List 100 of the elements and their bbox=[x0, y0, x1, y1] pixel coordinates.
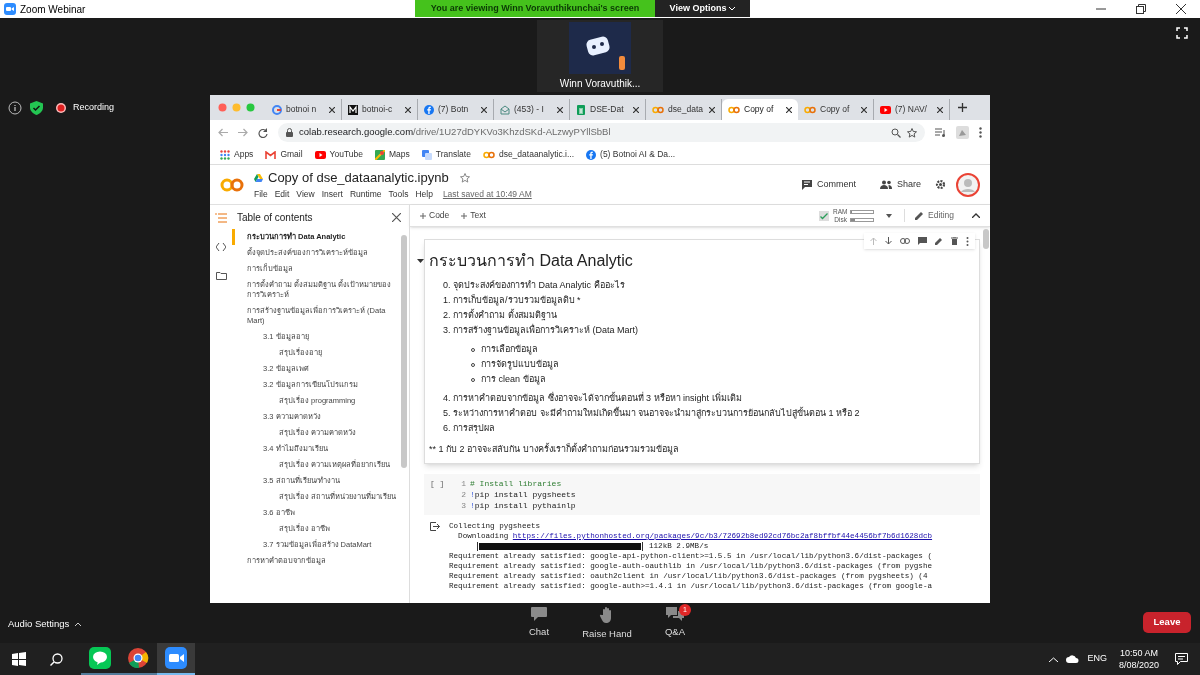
scrollbar-thumb[interactable] bbox=[983, 229, 989, 249]
folder-icon[interactable] bbox=[215, 271, 227, 280]
close-icon[interactable] bbox=[861, 106, 867, 113]
pencil-icon[interactable] bbox=[935, 237, 943, 245]
close-icon[interactable] bbox=[709, 106, 715, 113]
close-icon[interactable] bbox=[392, 212, 401, 222]
info-icon[interactable] bbox=[8, 101, 22, 115]
dropdown-caret-icon[interactable] bbox=[886, 213, 892, 218]
trash-icon[interactable] bbox=[951, 237, 958, 245]
browser-tab[interactable]: (7) NAV/ bbox=[874, 99, 950, 120]
line-number: 3 bbox=[460, 500, 466, 511]
account-avatar[interactable] bbox=[956, 172, 980, 197]
screen-share-banner: You are viewing Winn Voravuthikunchai's screen bbox=[415, 0, 655, 17]
menu-item[interactable]: View bbox=[296, 188, 315, 202]
browser-tab[interactable]: Copy of bbox=[798, 99, 874, 120]
bookmark-link[interactable]: Maps bbox=[375, 148, 410, 161]
share-button[interactable]: Share bbox=[875, 177, 925, 192]
caret-up-icon bbox=[75, 622, 82, 627]
reload-icon[interactable] bbox=[258, 127, 268, 138]
close-icon[interactable] bbox=[786, 106, 792, 113]
clock-time[interactable]: 10:50 AM bbox=[1119, 647, 1158, 659]
bookmark-link[interactable]: YouTube bbox=[314, 148, 363, 161]
input-language[interactable]: ENG bbox=[1087, 652, 1107, 666]
code-brackets-icon[interactable] bbox=[216, 243, 226, 251]
close-icon[interactable] bbox=[405, 106, 411, 113]
new-tab-icon[interactable] bbox=[958, 103, 967, 112]
line-number: 2 bbox=[460, 489, 466, 500]
bookmark-link[interactable]: Apps bbox=[220, 148, 254, 161]
list-item-text: 5. ระหว่างการหาคำตอบ จะมีคำถามใหม่เกิดขึ้นมา จนอาจจะนำมาสู่กระบวนการย้อนกลับไปสู่ขั้นตอน 1 หรือ 2 bbox=[443, 406, 861, 421]
menu-item[interactable]: File bbox=[254, 188, 268, 202]
list-item-text: การ clean ข้อมูล bbox=[481, 373, 546, 387]
run-cell-button[interactable]: [ ] bbox=[424, 478, 458, 511]
scrollbar-thumb[interactable] bbox=[401, 235, 407, 468]
colab-logo-icon bbox=[804, 105, 816, 114]
windows-start-icon[interactable] bbox=[12, 652, 26, 666]
collapse-caret-icon[interactable] bbox=[417, 259, 424, 263]
video-play-icon bbox=[880, 105, 891, 114]
cloud-icon[interactable] bbox=[1066, 655, 1080, 663]
restore-icon[interactable] bbox=[1136, 4, 1146, 14]
shield-check-icon[interactable] bbox=[30, 101, 43, 115]
comment-icon[interactable] bbox=[918, 237, 927, 245]
browser-tab[interactable]: Copy of bbox=[722, 99, 798, 120]
browser-tab[interactable]: (453) - I bbox=[494, 99, 570, 120]
output-exit-icon[interactable] bbox=[430, 522, 440, 531]
star-outline-icon[interactable] bbox=[907, 127, 917, 138]
browser-tab[interactable]: botnoi-c bbox=[342, 99, 418, 120]
list-item-text: 6. การสรุปผล bbox=[443, 422, 496, 436]
bookmark-link[interactable]: dse_dataanalytic.i... bbox=[482, 148, 575, 161]
colab-logo[interactable] bbox=[220, 177, 244, 192]
taskbar-app-button[interactable] bbox=[157, 643, 195, 675]
colab-logo-icon bbox=[728, 105, 740, 114]
add-code-button[interactable]: Code bbox=[420, 209, 450, 222]
close-icon[interactable] bbox=[633, 106, 639, 113]
menu-item[interactable]: Tools bbox=[388, 188, 409, 202]
fullscreen-icon[interactable] bbox=[1176, 27, 1188, 39]
close-icon[interactable] bbox=[937, 106, 943, 113]
close-icon[interactable] bbox=[557, 106, 563, 113]
editing-mode-button[interactable]: Editing bbox=[904, 209, 954, 222]
browser-tab[interactable]: (7) Botn bbox=[418, 99, 494, 120]
bookmark-link[interactable]: (5) Botnoi AI & Da... bbox=[586, 148, 676, 161]
notifications-icon[interactable] bbox=[1175, 653, 1188, 665]
address-bar[interactable]: colab.research.google.com/drive/1U27dDYKVo3KhzdSKd-ALzwyPYllSbBl bbox=[278, 123, 925, 142]
list-item-text: 0. จุดประสงค์ของการทำ Data Analytic คืออะไร bbox=[443, 279, 626, 293]
audio-settings-button[interactable]: Audio Settings bbox=[8, 617, 82, 632]
comment-icon bbox=[801, 179, 812, 190]
menu-item[interactable]: Runtime bbox=[349, 188, 382, 202]
close-icon[interactable] bbox=[329, 106, 335, 113]
menu-item[interactable]: Edit bbox=[274, 188, 290, 202]
link-icon[interactable] bbox=[900, 238, 910, 244]
list-item-text: การจัดรูปแบบข้อมูล bbox=[481, 358, 559, 372]
control-bar-button[interactable]: Chat bbox=[515, 606, 563, 642]
menu-item[interactable]: Insert bbox=[321, 188, 343, 202]
bookmark-link[interactable]: Gmail bbox=[265, 148, 303, 161]
view-options-button[interactable]: View Options bbox=[655, 0, 750, 17]
browser-tab[interactable]: botnoi n bbox=[266, 99, 342, 120]
arrow-down-icon[interactable] bbox=[885, 237, 892, 245]
speech-bubble-icon bbox=[530, 606, 548, 622]
star-outline-icon[interactable] bbox=[459, 172, 470, 183]
clock-date[interactable]: 8/08/2020 bbox=[1118, 659, 1159, 671]
bookmark-link[interactable]: Translate bbox=[421, 148, 471, 161]
lock-icon bbox=[286, 128, 293, 137]
more-vertical-icon[interactable] bbox=[979, 127, 982, 138]
zoom-magnifier-icon[interactable] bbox=[891, 127, 901, 138]
more-vertical-icon[interactable] bbox=[966, 236, 969, 246]
last-saved-link[interactable]: Last saved at 10:49 AM bbox=[442, 188, 532, 202]
close-icon[interactable] bbox=[481, 106, 487, 113]
menu-item[interactable]: Help bbox=[415, 188, 433, 202]
connected-check-icon[interactable] bbox=[819, 210, 829, 221]
control-bar-button[interactable]: Raise Hand bbox=[583, 606, 631, 642]
settings-icon[interactable] bbox=[935, 179, 946, 190]
close-icon[interactable] bbox=[1176, 4, 1186, 14]
comment-button[interactable]: Comment bbox=[797, 177, 860, 192]
chevron-up-icon[interactable] bbox=[972, 213, 980, 218]
notebook-title[interactable]: Copy of dse_dataanalytic.ipynb bbox=[268, 167, 449, 188]
browser-tab[interactable]: DSE-Dat bbox=[570, 99, 646, 120]
panel-title: Table of contents bbox=[237, 210, 313, 225]
search-icon[interactable] bbox=[50, 652, 63, 666]
leave-button[interactable]: Leave bbox=[1143, 612, 1191, 633]
add-text-button[interactable]: Text bbox=[461, 209, 486, 222]
media-queue-icon[interactable] bbox=[935, 128, 946, 137]
